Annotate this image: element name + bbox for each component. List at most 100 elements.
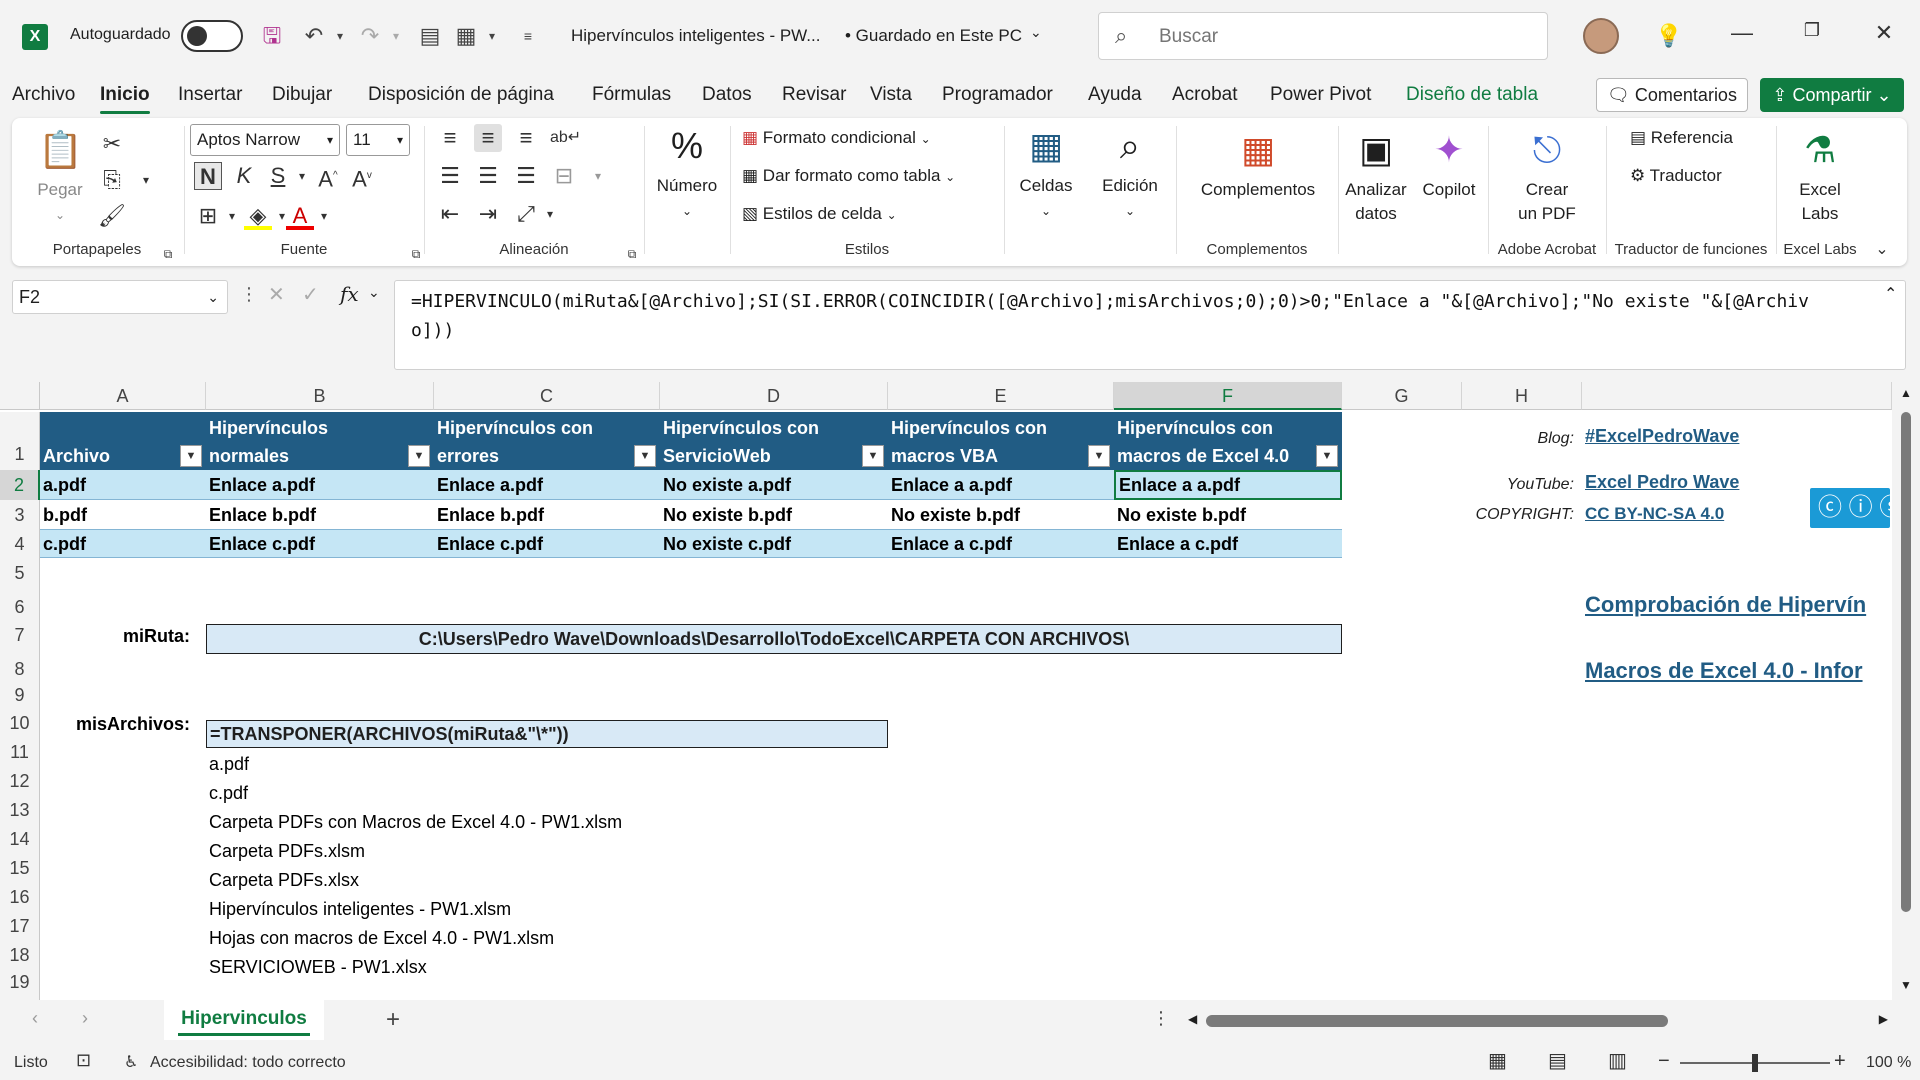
minimize-icon[interactable]: — bbox=[1724, 20, 1760, 52]
column-header-g[interactable]: G bbox=[1342, 382, 1462, 410]
cells-button[interactable]: ▦ Celdas ⌄ bbox=[1010, 124, 1082, 223]
filter-dropdown-icon[interactable]: ▼ bbox=[1316, 445, 1338, 467]
copyright-link[interactable]: CC BY-NC-SA 4.0 bbox=[1582, 504, 1782, 524]
tab-programador[interactable]: Programador bbox=[942, 84, 1053, 106]
table-cell[interactable]: Enlace a.pdf bbox=[206, 470, 434, 500]
alignment-launcher-icon[interactable]: ⧉ bbox=[618, 240, 646, 268]
reference-button[interactable]: ▤ Referencia bbox=[1630, 128, 1733, 148]
filter-dropdown-icon[interactable]: ▼ bbox=[634, 445, 656, 467]
autosave-toggle[interactable] bbox=[181, 20, 243, 52]
tab-dibujar[interactable]: Dibujar bbox=[272, 84, 332, 106]
miruta-value[interactable]: C:\Users\Pedro Wave\Downloads\Desarrollo… bbox=[206, 624, 1342, 654]
cc-license-icon[interactable]: ⓒ ⓘ ⓢ bbox=[1810, 488, 1890, 528]
collapse-formula-icon[interactable]: ⌃ bbox=[1884, 284, 1897, 304]
borders-dropdown-icon[interactable]: ▾ bbox=[218, 202, 246, 230]
table-header-archivo[interactable]: Archivo ▼ bbox=[40, 412, 206, 470]
tab-insertar[interactable]: Insertar bbox=[178, 84, 242, 106]
zoom-in-icon[interactable]: + bbox=[1834, 1050, 1846, 1073]
search-input[interactable] bbox=[1159, 23, 1529, 51]
merge-dropdown-icon[interactable]: ▾ bbox=[584, 162, 612, 190]
next-sheet-icon[interactable]: › bbox=[82, 1008, 88, 1029]
comprobacion-link[interactable]: Comprobación de Hipervín bbox=[1582, 592, 1892, 618]
misarchivos-formula[interactable]: =TRANSPONER(ARCHIVOS(miRuta&"\*")) bbox=[206, 720, 888, 748]
list-item[interactable]: a.pdf bbox=[206, 750, 806, 778]
font-name-select[interactable]: Aptos Narrow ▾ bbox=[190, 124, 340, 156]
number-format-button[interactable]: % Número ⌄ bbox=[650, 124, 724, 223]
table-cell[interactable]: No existe a.pdf bbox=[660, 470, 888, 500]
enter-icon[interactable]: ✓ bbox=[302, 282, 319, 307]
format-as-table-button[interactable]: ▦ Dar formato como tabla ⌄ bbox=[742, 166, 955, 186]
table-cell[interactable]: Enlace b.pdf bbox=[206, 500, 434, 530]
filter-dropdown-icon[interactable]: ▼ bbox=[408, 445, 430, 467]
column-header-a[interactable]: A bbox=[40, 382, 206, 410]
page-break-view-icon[interactable]: ▥ bbox=[1608, 1048, 1627, 1073]
table-header-vba[interactable]: Hipervínculos con macros VBA ▼ bbox=[888, 412, 1114, 470]
italic-button[interactable]: K bbox=[230, 162, 258, 190]
name-box-dropdown-icon[interactable]: ⌄ bbox=[207, 281, 219, 313]
table-cell[interactable]: No existe b.pdf bbox=[660, 500, 888, 530]
table-cell[interactable]: No existe b.pdf bbox=[1114, 500, 1342, 530]
row-header-9[interactable]: 9 bbox=[0, 682, 40, 708]
blog-link[interactable]: #ExcelPedroWave bbox=[1582, 426, 1782, 447]
row-header-2[interactable]: 2 bbox=[0, 470, 40, 500]
column-header-c[interactable]: C bbox=[434, 382, 660, 410]
addins-button[interactable]: ▦ Complementos bbox=[1188, 128, 1328, 202]
comments-button[interactable]: 🗨 Comentarios bbox=[1596, 78, 1748, 112]
row-header-10[interactable]: 10 bbox=[0, 708, 40, 738]
formula-input[interactable]: =HIPERVINCULO(miRuta&[@Archivo];SI(SI.ER… bbox=[394, 280, 1906, 370]
tab-datos[interactable]: Datos bbox=[702, 84, 752, 106]
table-header-errores[interactable]: Hipervínculos con errores ▼ bbox=[434, 412, 660, 470]
filter-dropdown-icon[interactable]: ▼ bbox=[1088, 445, 1110, 467]
share-button[interactable]: ⇪ Compartir ⌄ bbox=[1760, 78, 1904, 112]
tab-diseno-tabla[interactable]: Diseño de tabla bbox=[1406, 84, 1538, 106]
table-cell[interactable]: Enlace a a.pdf bbox=[888, 470, 1114, 500]
merge-icon[interactable]: ⊟ bbox=[550, 162, 578, 190]
redo-icon[interactable]: ↷ bbox=[356, 22, 384, 50]
row-header-7[interactable]: 7 bbox=[0, 620, 40, 650]
row-header-17[interactable]: 17 bbox=[0, 912, 40, 940]
row-header-14[interactable]: 14 bbox=[0, 824, 40, 854]
table-cell[interactable]: Enlace a c.pdf bbox=[888, 530, 1114, 558]
table-cell[interactable]: No existe b.pdf bbox=[888, 500, 1114, 530]
undo-dropdown-icon[interactable]: ▾ bbox=[326, 22, 354, 50]
table-cell[interactable]: b.pdf bbox=[40, 500, 206, 530]
more-icon[interactable]: ⋮ bbox=[240, 284, 258, 305]
row-header-15[interactable]: 15 bbox=[0, 854, 40, 882]
zoom-slider-thumb[interactable] bbox=[1752, 1054, 1758, 1072]
search-box[interactable]: ⌕ bbox=[1098, 12, 1548, 60]
tab-ayuda[interactable]: Ayuda bbox=[1088, 84, 1142, 106]
sheet-tab-hipervinculos[interactable]: Hipervinculos bbox=[164, 1000, 324, 1040]
cut-icon[interactable]: ✂ bbox=[98, 130, 126, 158]
table-cell[interactable]: Enlace c.pdf bbox=[434, 530, 660, 558]
format-painter-icon[interactable]: 🖌 bbox=[98, 202, 126, 230]
accessibility-icon[interactable]: ♿ bbox=[124, 1052, 138, 1072]
tab-vista[interactable]: Vista bbox=[870, 84, 912, 106]
column-header-f[interactable]: F bbox=[1114, 382, 1342, 410]
font-color-dropdown-icon[interactable]: ▾ bbox=[310, 202, 338, 230]
list-item[interactable]: Hojas con macros de Excel 4.0 - PW1.xlsm bbox=[206, 924, 806, 952]
vertical-scrollbar[interactable]: ▲ ▼ bbox=[1892, 382, 1920, 1000]
page-layout-view-icon[interactable]: ▤ bbox=[1548, 1048, 1567, 1073]
macros-excel4-link[interactable]: Macros de Excel 4.0 - Infor bbox=[1582, 658, 1892, 684]
restore-icon[interactable]: ❐ bbox=[1794, 20, 1830, 52]
scroll-down-icon[interactable]: ▼ bbox=[1900, 978, 1912, 992]
lightbulb-icon[interactable]: 💡 bbox=[1655, 22, 1683, 50]
list-item[interactable]: SERVICIOWEB - PW1.xlsx bbox=[206, 953, 806, 981]
list-item[interactable]: Carpeta PDFs.xlsm bbox=[206, 837, 806, 865]
active-cell-f2[interactable]: Enlace a a.pdf bbox=[1114, 470, 1342, 500]
editing-button[interactable]: ⌕ Edición ⌄ bbox=[1094, 124, 1166, 223]
copy-icon[interactable]: ⎘ bbox=[98, 166, 126, 194]
translator-button[interactable]: ⚙ Traductor bbox=[1630, 166, 1722, 186]
tab-disposicion[interactable]: Disposición de página bbox=[368, 84, 554, 106]
clipboard-launcher-icon[interactable]: ⧉ bbox=[154, 240, 182, 268]
zoom-out-icon[interactable]: − bbox=[1658, 1050, 1670, 1073]
document-title[interactable]: Hipervínculos inteligentes - PW... bbox=[571, 26, 820, 46]
youtube-link[interactable]: Excel Pedro Wave bbox=[1582, 472, 1782, 493]
select-all-corner[interactable] bbox=[0, 382, 40, 410]
align-middle-icon[interactable]: ≡ bbox=[474, 124, 502, 152]
tab-archivo[interactable]: Archivo bbox=[12, 84, 75, 106]
wrap-text-icon[interactable]: ab↵ bbox=[550, 124, 581, 152]
align-center-icon[interactable]: ☰ bbox=[474, 162, 502, 190]
title-dropdown-icon[interactable]: ⌄ bbox=[1030, 24, 1042, 41]
row-header-13[interactable]: 13 bbox=[0, 796, 40, 824]
